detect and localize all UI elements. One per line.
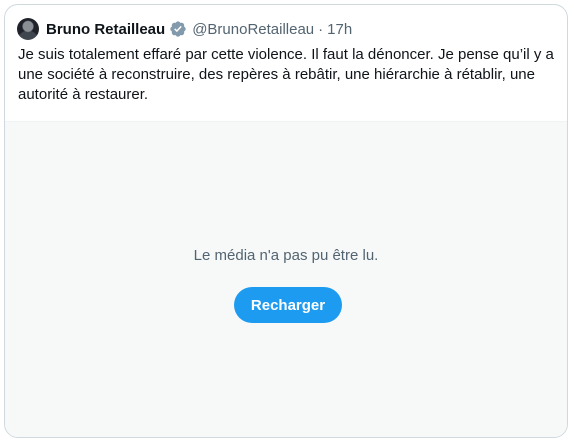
avatar[interactable] [17, 18, 39, 40]
tweet-card[interactable]: Bruno Retailleau @BrunoRetailleau · 17h … [4, 4, 568, 438]
reload-button[interactable]: Recharger [234, 287, 342, 323]
tweet-header: Bruno Retailleau @BrunoRetailleau · 17h [17, 17, 352, 41]
author-handle[interactable]: @BrunoRetailleau [192, 21, 314, 38]
verified-badge-icon [169, 20, 187, 38]
media-container: Le média n'a pas pu être lu. Recharger [5, 121, 567, 437]
media-error-message: Le média n'a pas pu être lu. [193, 247, 379, 264]
timestamp[interactable]: 17h [327, 21, 352, 38]
author-name[interactable]: Bruno Retailleau [46, 21, 165, 38]
tweet-text: Je suis totalement effaré par cette viol… [18, 46, 554, 103]
header-separator: · [318, 20, 324, 38]
